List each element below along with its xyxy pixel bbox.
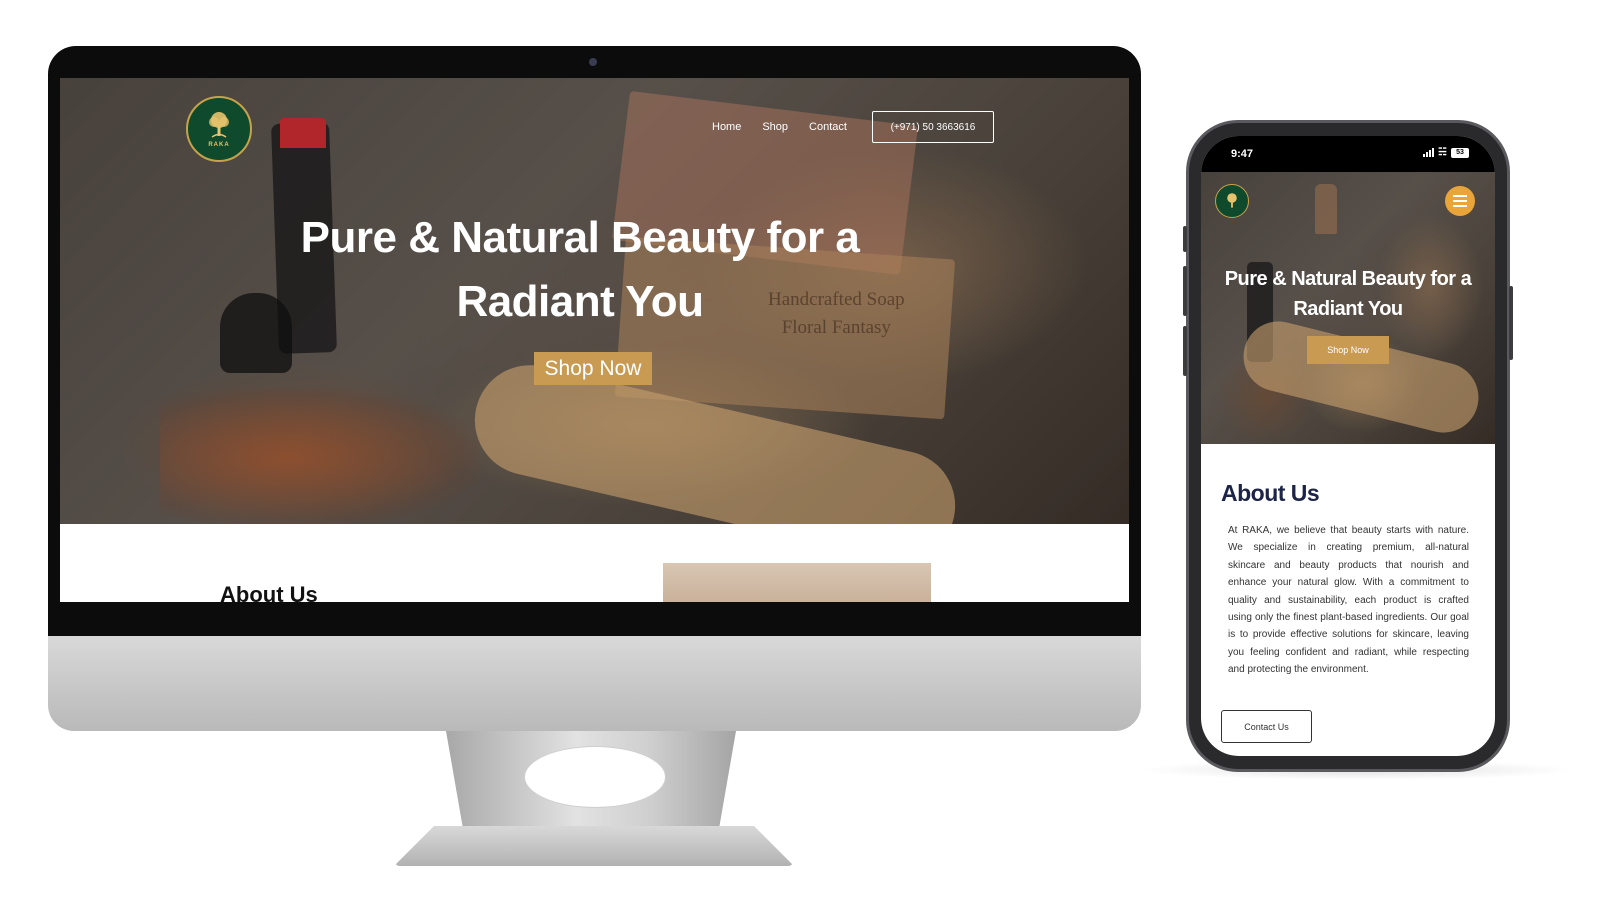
shop-now-button[interactable]: Shop Now	[534, 352, 652, 385]
status-bar: 9:47 ☵ 53	[1201, 136, 1495, 172]
bath-salt-tube-image	[1236, 314, 1486, 440]
about-us-body: At RAKA, we believe that beauty starts w…	[1228, 525, 1469, 676]
phone-power-button	[1509, 286, 1513, 360]
desktop-hero: Handcrafted Soap Floral Fantasy RAKA Hom…	[60, 78, 1129, 524]
hero-title-line1: Pure & Natural Beauty for a	[300, 213, 860, 262]
webcam-icon	[589, 58, 597, 66]
hamburger-icon	[1453, 195, 1467, 207]
monitor-stand-base	[394, 826, 794, 866]
mobile-hero-title-line1: Pure & Natural Beauty for a	[1224, 268, 1472, 290]
brand-logo[interactable]: RAKA	[186, 96, 252, 162]
wifi-icon: ☵	[1438, 147, 1447, 158]
phone-side-button	[1183, 226, 1187, 252]
hero-title-line2: Radiant You	[456, 277, 704, 326]
battery-icon: 53	[1451, 147, 1469, 158]
phone-screen: 9:47 ☵ 53 Pure & Natural Beauty for a Ra…	[1201, 136, 1495, 756]
desktop-screen: Handcrafted Soap Floral Fantasy RAKA Hom…	[60, 78, 1129, 602]
nav-contact[interactable]: Contact	[809, 121, 847, 133]
hero-title: Pure & Natural Beauty for a Radiant You	[220, 206, 940, 334]
nav-home[interactable]: Home	[712, 121, 741, 133]
about-us-heading: About Us	[1221, 480, 1320, 506]
phone-button[interactable]: (+971) 50 3663616	[871, 111, 994, 143]
oil-bottle-image	[1315, 184, 1337, 234]
phone-notch	[1275, 136, 1423, 162]
mobile-brand-logo[interactable]	[1215, 184, 1249, 218]
phone-volume-down-button	[1183, 326, 1187, 376]
phone-volume-up-button	[1183, 266, 1187, 316]
tree-icon	[1227, 193, 1237, 208]
mobile-shop-now-button[interactable]: Shop Now	[1307, 336, 1389, 364]
mobile-hero-title-line2: Radiant You	[1293, 298, 1403, 320]
monitor-stand-hole	[524, 746, 666, 808]
mobile-hero-title: Pure & Natural Beauty for a Radiant You	[1207, 264, 1489, 324]
signal-icon	[1423, 148, 1435, 157]
nav-shop[interactable]: Shop	[762, 121, 788, 133]
mobile-hero: Pure & Natural Beauty for a Radiant You …	[1201, 172, 1495, 444]
contact-us-button[interactable]: Contact Us	[1221, 710, 1312, 743]
dried-petals-image	[160, 388, 480, 524]
about-image-peek	[663, 563, 931, 602]
desktop-nav: Home Shop Contact (+971) 50 3663616	[712, 110, 994, 144]
lipstick-tip-image	[280, 118, 326, 148]
logo-wordmark: RAKA	[208, 142, 230, 148]
status-time: 9:47	[1231, 148, 1254, 160]
hamburger-menu-button[interactable]	[1445, 186, 1475, 216]
about-us-heading-peek: About Us	[220, 582, 318, 602]
status-icons: ☵ 53	[1423, 147, 1469, 158]
monitor-chin	[48, 636, 1141, 731]
tree-icon	[209, 112, 229, 138]
